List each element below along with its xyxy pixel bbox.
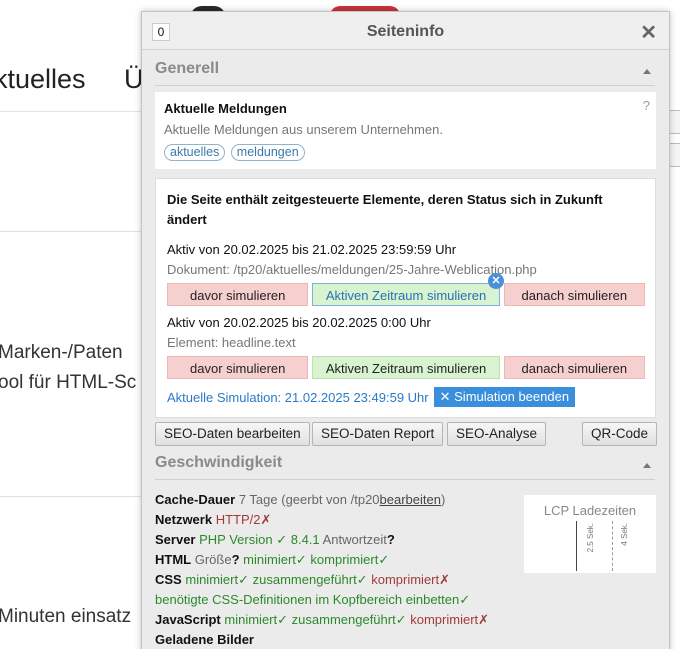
javascript-row: JavaScript minimiert✓ zusammengeführt✓ k…: [155, 610, 669, 630]
images-row: Geladene Bilder: [155, 630, 669, 649]
check-icon: ✓: [459, 592, 471, 607]
close-circle-icon[interactable]: ✕: [488, 273, 504, 289]
lcp-mark-label: 4 Sek.: [620, 523, 629, 546]
check-icon: ✓: [395, 612, 407, 627]
seo-button-row: SEO-Daten bearbeiten SEO-Daten Report SE…: [155, 422, 658, 448]
css-row: CSS minimiert✓ zusammengeführt✓ komprimi…: [155, 570, 669, 590]
page-title: Aktuelle Meldungen: [164, 101, 287, 116]
check-icon: ✓: [238, 572, 249, 587]
simulate-before-button[interactable]: davor simulieren: [167, 356, 309, 379]
simulation-button-row: davor simulieren Aktiven Zeitraum simuli…: [167, 356, 646, 379]
server-label: Server: [155, 532, 196, 547]
css-inline-definitions: benötigte CSS-Definitionen im Kopfbereic…: [155, 592, 460, 607]
css-label: CSS: [155, 572, 182, 587]
cross-icon: ✗: [260, 512, 272, 527]
help-icon[interactable]: ?: [643, 98, 650, 113]
active-period: Aktiv von 20.02.2025 bis 20.02.2025 0:00…: [167, 315, 431, 330]
javascript-label: JavaScript: [155, 612, 221, 627]
section-title: Generell: [155, 60, 220, 77]
check-icon: ✓: [276, 532, 288, 547]
simulate-after-button[interactable]: danach simulieren: [503, 356, 646, 379]
cache-close-paren: ): [440, 492, 446, 507]
section-title: Geschwindigkeit: [155, 454, 283, 471]
simulation-status-text: Aktuelle Simulation: 21.02.2025 23:49:59…: [167, 389, 429, 405]
collapse-caret-icon[interactable]: [643, 69, 651, 74]
lcp-title: LCP Ladezeiten: [543, 503, 637, 518]
network-value: HTTP/2: [215, 512, 261, 527]
js-merged: zusammengeführt: [291, 612, 396, 627]
page-description: Aktuelle Meldungen aus unserem Unternehm…: [164, 122, 443, 137]
page-info-card: Aktuelle Meldungen Aktuelle Meldungen au…: [155, 92, 656, 169]
response-time-label: Antwortzeit: [322, 532, 387, 547]
close-icon[interactable]: ✕: [640, 20, 657, 45]
js-minified: minimiert: [224, 612, 278, 627]
speed-details: Cache-Dauer 7 Tage (geerbt von /tp20bear…: [142, 480, 669, 649]
check-icon: ✓: [378, 552, 390, 567]
end-simulation-button[interactable]: ✕ Simulation beenden: [433, 387, 576, 407]
simulate-after-button[interactable]: danach simulieren: [503, 283, 646, 306]
background-text-line: Minuten einsatz: [0, 606, 132, 627]
seo-edit-button[interactable]: SEO-Daten bearbeiten: [155, 422, 310, 446]
question-icon: ?: [386, 532, 395, 547]
html-size-label: Größe: [194, 552, 232, 567]
cache-value: 7 Tage (geerbt von /tp20: [238, 492, 380, 507]
seiteninfo-panel: 0 Seiteninfo ✕ Generell Aktuelle Meldung…: [141, 11, 670, 649]
lcp-marker-line: [576, 521, 577, 571]
divider: [0, 231, 150, 232]
html-compressed: komprimiert: [310, 552, 379, 567]
timed-elements-warning: Die Seite enthält zeitgesteuerte Element…: [167, 192, 603, 227]
section-generell-header[interactable]: Generell: [155, 60, 655, 86]
simulation-status: Aktuelle Simulation: 21.02.2025 23:49:59…: [167, 387, 645, 407]
panel-title: Seiteninfo: [366, 23, 445, 40]
tag-list: aktuelles meldungen: [164, 143, 647, 161]
panel-header[interactable]: 0 Seiteninfo ✕: [142, 12, 669, 50]
qr-code-button[interactable]: QR-Code: [582, 422, 658, 446]
css-merged: zusammengeführt: [252, 572, 357, 587]
simulation-button-row: davor simulieren Aktiven Zeitraum simuli…: [167, 273, 646, 306]
nav-item-aktuelles[interactable]: ktuelles: [0, 64, 86, 95]
collapse-caret-icon[interactable]: [643, 463, 651, 468]
check-icon: ✓: [356, 572, 368, 587]
css-compressed: komprimiert: [371, 572, 440, 587]
cache-label: Cache-Dauer: [155, 492, 236, 507]
section-speed-header[interactable]: Geschwindigkeit: [155, 454, 655, 480]
cross-icon: ✗: [439, 572, 451, 587]
simulate-active-button[interactable]: Aktiven Zeitraum simulieren: [312, 283, 500, 306]
lcp-chart: LCP Ladezeiten 2.5 Sek. 4 Sek.: [524, 495, 656, 573]
html-label: HTML: [155, 552, 192, 567]
tag-aktuelles[interactable]: aktuelles: [164, 144, 226, 161]
loaded-images-label: Geladene Bilder: [155, 632, 254, 647]
check-icon: ✓: [277, 612, 289, 627]
html-minified: minimiert: [243, 552, 296, 567]
php-version-value: 8.4.1: [290, 532, 320, 547]
seo-analysis-button[interactable]: SEO-Analyse: [447, 422, 547, 446]
background-text-line: ool für HTML-Sc: [0, 372, 137, 393]
simulate-active-button[interactable]: Aktiven Zeitraum simulieren: [312, 356, 500, 379]
cache-edit-link[interactable]: bearbeiten: [380, 492, 441, 507]
element-source: Dokument: /tp20/aktuelles/meldungen/25-J…: [167, 262, 537, 277]
element-source: Element: headline.text: [167, 335, 296, 350]
timed-elements-card: Die Seite enthält zeitgesteuerte Element…: [155, 178, 656, 418]
check-icon: ✓: [295, 552, 307, 567]
css-minified: minimiert: [185, 572, 239, 587]
question-icon: ?: [231, 552, 240, 567]
seo-report-button[interactable]: SEO-Daten Report: [312, 422, 444, 446]
network-label: Netzwerk: [155, 512, 213, 527]
active-period: Aktiv von 20.02.2025 bis 21.02.2025 23:5…: [167, 242, 457, 257]
tag-meldungen[interactable]: meldungen: [230, 144, 305, 161]
simulate-before-button[interactable]: davor simulieren: [167, 283, 309, 306]
divider: [0, 496, 150, 497]
css-inline-row: benötigte CSS-Definitionen im Kopfbereic…: [155, 590, 669, 610]
cross-icon: ✗: [478, 612, 490, 627]
lcp-mark-label: 2.5 Sek.: [586, 523, 595, 553]
lcp-threshold-line: [612, 521, 613, 571]
js-compressed: komprimiert: [410, 612, 479, 627]
background-text-line: Marken-/Paten: [0, 342, 123, 363]
php-version-label: PHP Version: [199, 532, 273, 547]
